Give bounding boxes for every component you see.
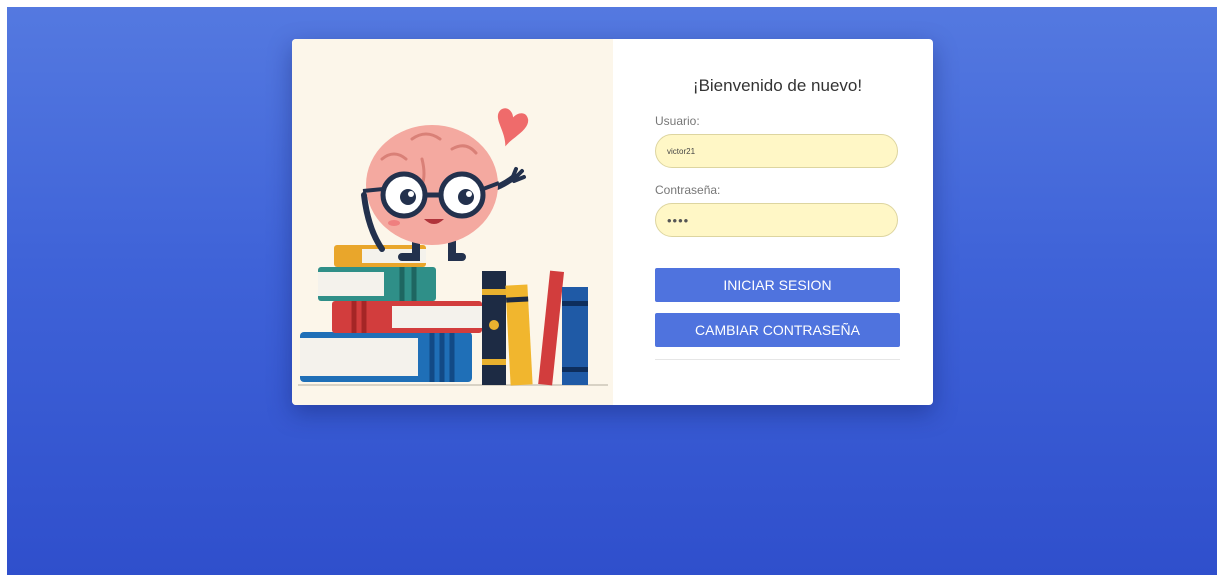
password-label: Contraseña: (655, 183, 721, 197)
password-field[interactable]: •••• (655, 203, 898, 237)
brain-books-illustration (292, 39, 613, 405)
password-value: •••• (667, 212, 690, 228)
form-divider (655, 359, 900, 360)
username-label: Usuario: (655, 114, 700, 128)
welcome-title: ¡Bienvenido de nuevo! (692, 76, 863, 95)
change-password-button[interactable]: CAMBIAR CONTRASEÑA (655, 313, 900, 347)
login-card: ¡Bienvenido de nuevo! Usuario: victor21 … (292, 39, 933, 405)
login-button[interactable]: INICIAR SESION (655, 268, 900, 302)
username-value: victor21 (667, 146, 696, 156)
username-field[interactable]: victor21 (655, 134, 898, 168)
login-form: ¡Bienvenido de nuevo! Usuario: victor21 … (655, 39, 900, 405)
